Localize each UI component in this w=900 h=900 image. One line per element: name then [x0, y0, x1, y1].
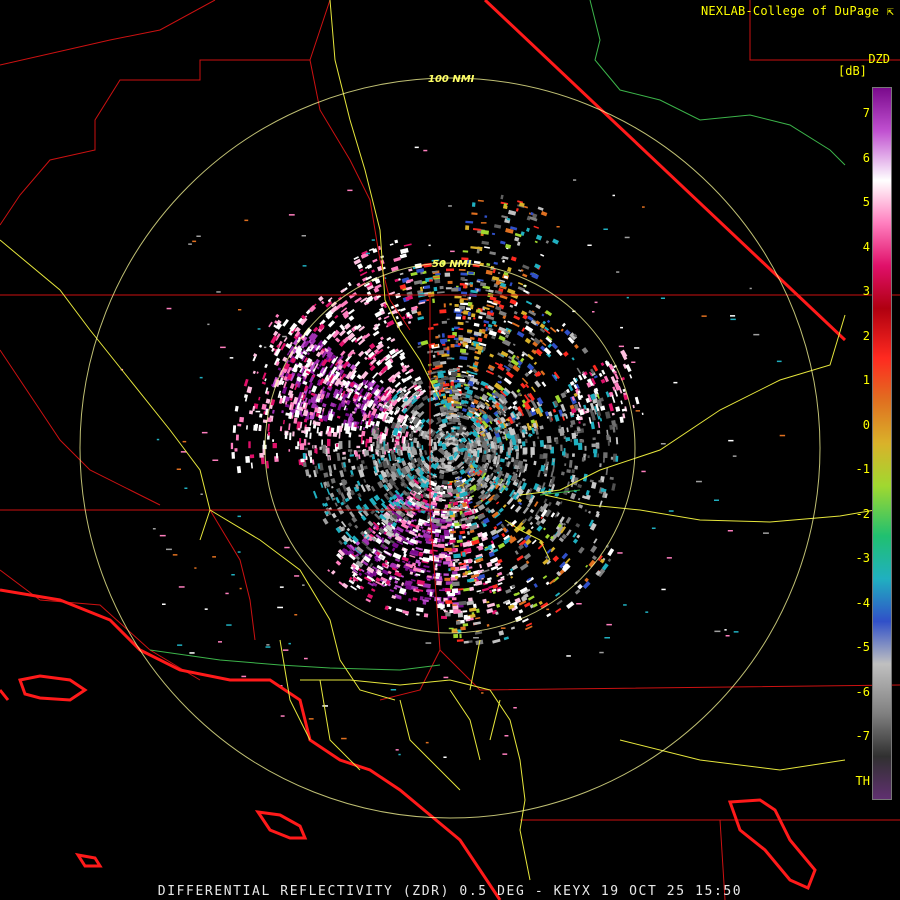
- scale-tick-label: 7: [862, 106, 870, 120]
- range-ring-100nmi: [79, 77, 821, 819]
- highways: [0, 0, 876, 881]
- scale-tick-label: -6: [855, 684, 870, 699]
- color-scale-bar: [872, 87, 892, 800]
- scale-tick-label: 6: [862, 150, 870, 165]
- scale-tick-label: 0: [862, 417, 870, 432]
- scale-tick-label: -7: [855, 729, 870, 743]
- scale-tick-label: -2: [855, 506, 870, 521]
- scale-tick-label: 3: [862, 284, 870, 298]
- scale-tick-label: 2: [862, 328, 870, 343]
- coastline-and-islands: [0, 588, 817, 900]
- credit-text: NEXLAB-College of DuPage: [700, 4, 880, 18]
- scale-tick-label: 5: [862, 195, 870, 209]
- legend-unit-label: [dB]: [838, 64, 867, 78]
- product-code-label: DZD: [868, 52, 890, 66]
- ring-label-50nmi: 50 NMI: [432, 259, 472, 270]
- range-rings: [79, 77, 821, 819]
- cursor-icon: ⇱: [879, 4, 894, 18]
- radar-echo-layer: [120, 146, 786, 758]
- scale-tick-label: TH: [855, 773, 870, 788]
- state-line-diagonal: [483, 0, 847, 342]
- radar-map[interactable]: 100 NMI 50 NMI: [0, 0, 900, 900]
- scale-tick-label: -3: [855, 551, 870, 565]
- scale-tick-label: -1: [855, 462, 870, 476]
- scale-tick-label: 1: [862, 373, 870, 387]
- state-county-borders: [0, 0, 900, 900]
- scale-tick-label: -5: [855, 640, 870, 654]
- product-caption: DIFFERENTIAL REFLECTIVITY (ZDR) 0.5 DEG …: [157, 884, 743, 899]
- scale-tick-label: -4: [855, 595, 870, 610]
- scale-tick-label: 4: [862, 239, 870, 254]
- station-credit: NEXLAB-College of DuPage ⇱: [701, 4, 894, 18]
- ring-label-100nmi: 100 NMI: [428, 74, 475, 85]
